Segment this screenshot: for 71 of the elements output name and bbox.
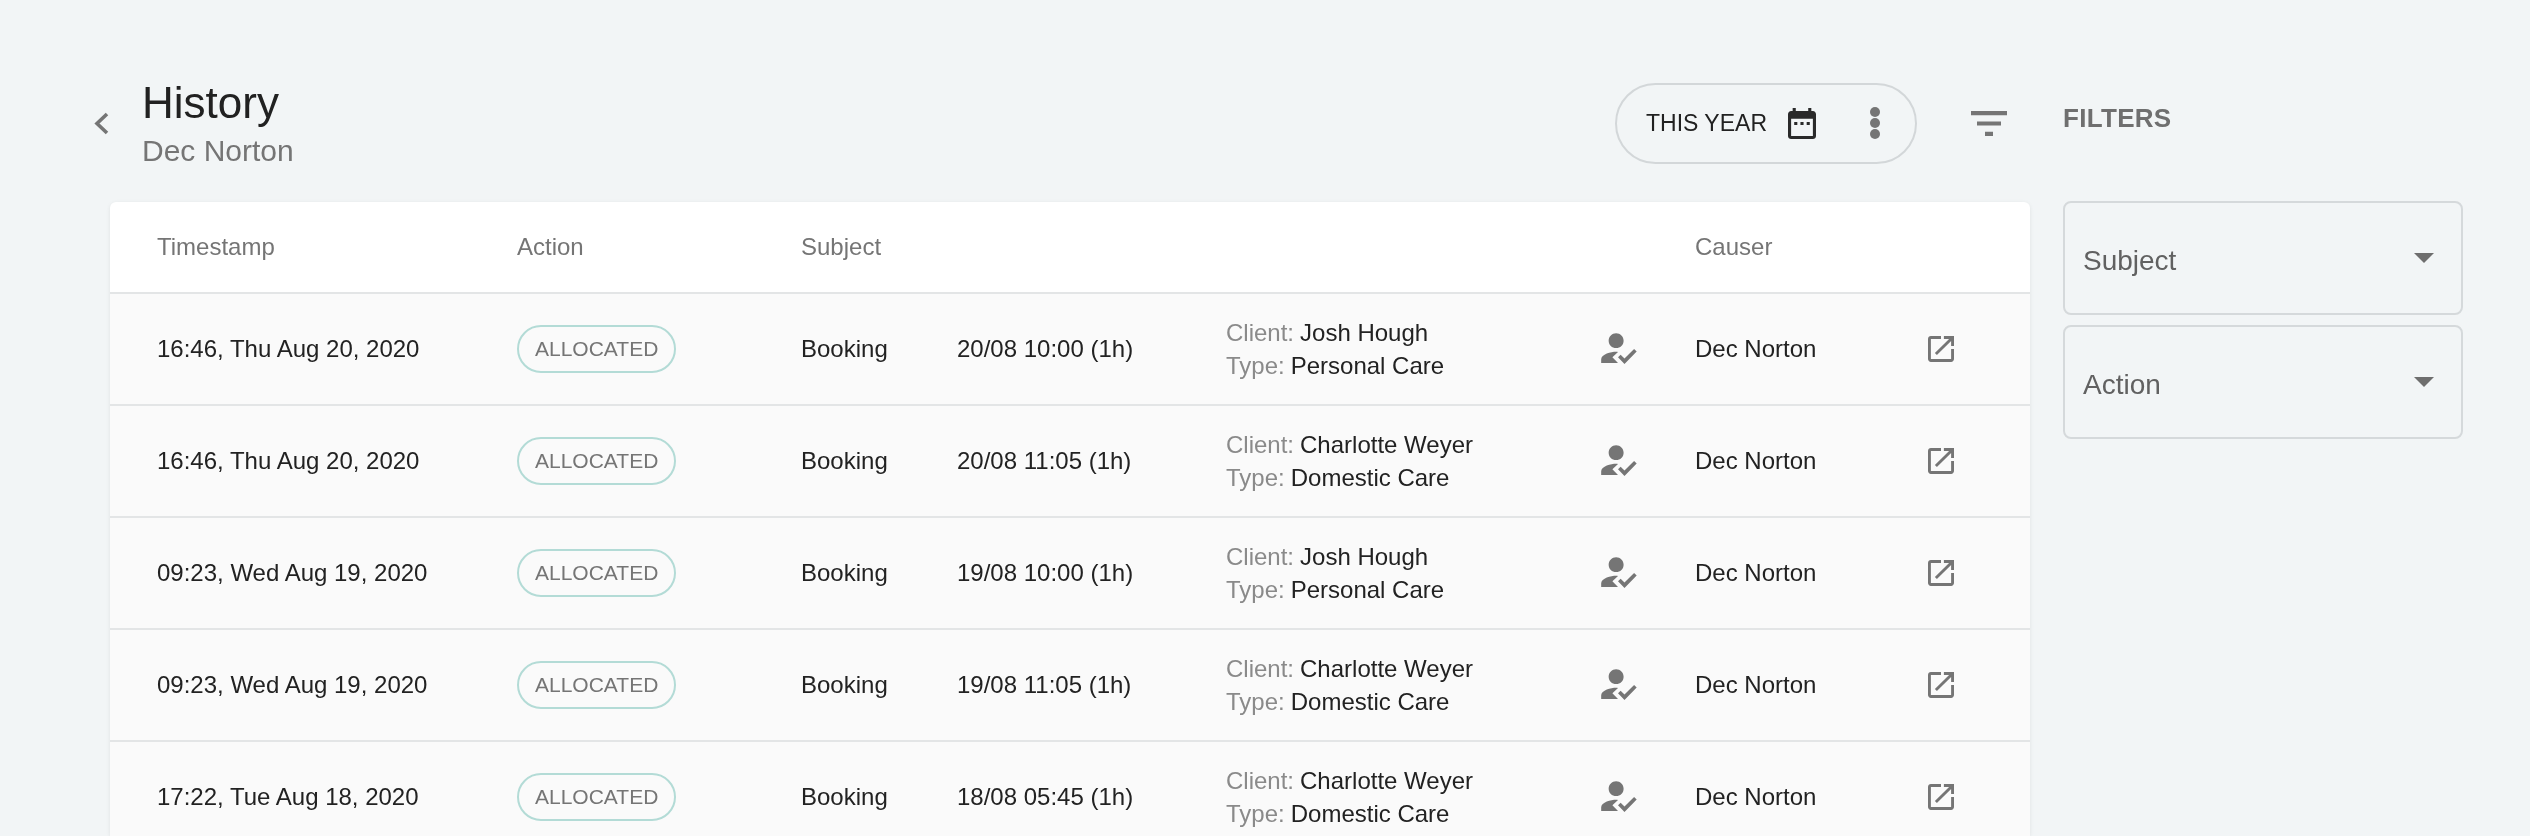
detail-value: Josh Hough: [1300, 318, 1429, 348]
filter-dropdown[interactable]: Subject: [2063, 201, 2463, 315]
caret-down-icon: [2414, 377, 2434, 387]
time-slot-text: 18/08 05:45 (1h): [957, 783, 1134, 811]
time-slot-text: 19/08 11:05 (1h): [957, 671, 1132, 699]
external-link-icon[interactable]: [1928, 336, 1954, 362]
causer-text: Dec Norton: [1695, 783, 1817, 811]
subject-text: Booking: [801, 335, 888, 363]
person-check-icon: [1601, 333, 1638, 365]
timestamp-text: 16:46, Thu Aug 20, 2020: [157, 335, 420, 363]
time-slot-text: 20/08 10:00 (1h): [957, 335, 1134, 363]
subject-text: Booking: [801, 447, 888, 475]
timestamp-text: 16:46, Thu Aug 20, 2020: [157, 447, 420, 475]
external-link-icon[interactable]: [1928, 672, 1954, 698]
detail-value: Domestic Care: [1290, 463, 1450, 493]
filters-heading: FILTERS: [2063, 102, 2172, 134]
timestamp-text: 09:23, Wed Aug 19, 2020: [157, 559, 428, 587]
detail-label: Type:: [1226, 687, 1285, 717]
external-link-icon[interactable]: [1928, 448, 1954, 474]
detail-label: Type:: [1226, 351, 1285, 381]
page-subtitle: Dec Norton: [142, 133, 294, 169]
status-badge: ALLOCATED: [517, 437, 677, 485]
detail-label: Client:: [1226, 766, 1295, 796]
column-header: Subject: [801, 233, 882, 261]
status-badge: ALLOCATED: [517, 549, 677, 597]
detail-value: Personal Care: [1290, 351, 1445, 381]
column-header: Timestamp: [157, 233, 275, 261]
detail-value: Personal Care: [1290, 575, 1445, 605]
detail-label: Client:: [1226, 430, 1295, 460]
person-check-icon: [1601, 669, 1638, 701]
subject-text: Booking: [801, 559, 888, 587]
timestamp-text: 09:23, Wed Aug 19, 2020: [157, 671, 428, 699]
time-slot-text: 19/08 10:00 (1h): [957, 559, 1134, 587]
status-badge: ALLOCATED: [517, 325, 677, 373]
detail-label: Client:: [1226, 318, 1295, 348]
column-header: Causer: [1695, 233, 1773, 261]
detail-label: Type:: [1226, 575, 1285, 605]
more-icon[interactable]: [1869, 107, 1881, 139]
page-title: History: [142, 77, 280, 129]
external-link-icon[interactable]: [1928, 560, 1954, 586]
calendar-icon: [1788, 107, 1816, 139]
causer-text: Dec Norton: [1695, 447, 1817, 475]
timestamp-text: 17:22, Tue Aug 18, 2020: [157, 783, 419, 811]
chevron-left-icon[interactable]: [92, 111, 110, 135]
detail-label: Type:: [1226, 799, 1285, 829]
caret-down-icon: [2414, 253, 2434, 263]
detail-label: Type:: [1226, 463, 1285, 493]
causer-text: Dec Norton: [1695, 335, 1817, 363]
status-badge: ALLOCATED: [517, 661, 677, 709]
detail-value: Domestic Care: [1290, 799, 1450, 829]
filter-dropdown[interactable]: Action: [2063, 325, 2463, 439]
causer-text: Dec Norton: [1695, 671, 1817, 699]
detail-value: Josh Hough: [1300, 542, 1429, 572]
status-badge: ALLOCATED: [517, 773, 677, 821]
detail-value: Charlotte Weyer: [1300, 654, 1473, 684]
subject-text: Booking: [801, 671, 888, 699]
subject-text: Booking: [801, 783, 888, 811]
causer-text: Dec Norton: [1695, 559, 1817, 587]
person-check-icon: [1601, 557, 1638, 589]
person-check-icon: [1601, 781, 1638, 813]
detail-value: Charlotte Weyer: [1300, 766, 1473, 796]
detail-label: Client:: [1226, 654, 1295, 684]
detail-label: Client:: [1226, 542, 1295, 572]
period-selector-button[interactable]: THIS YEAR: [1615, 82, 1917, 164]
detail-value: Domestic Care: [1290, 687, 1450, 717]
person-check-icon: [1601, 445, 1638, 477]
column-header: Action: [517, 233, 584, 261]
external-link-icon[interactable]: [1928, 784, 1954, 810]
filter-icon[interactable]: [1971, 110, 2007, 136]
time-slot-text: 20/08 11:05 (1h): [957, 447, 1132, 475]
detail-value: Charlotte Weyer: [1300, 430, 1473, 460]
